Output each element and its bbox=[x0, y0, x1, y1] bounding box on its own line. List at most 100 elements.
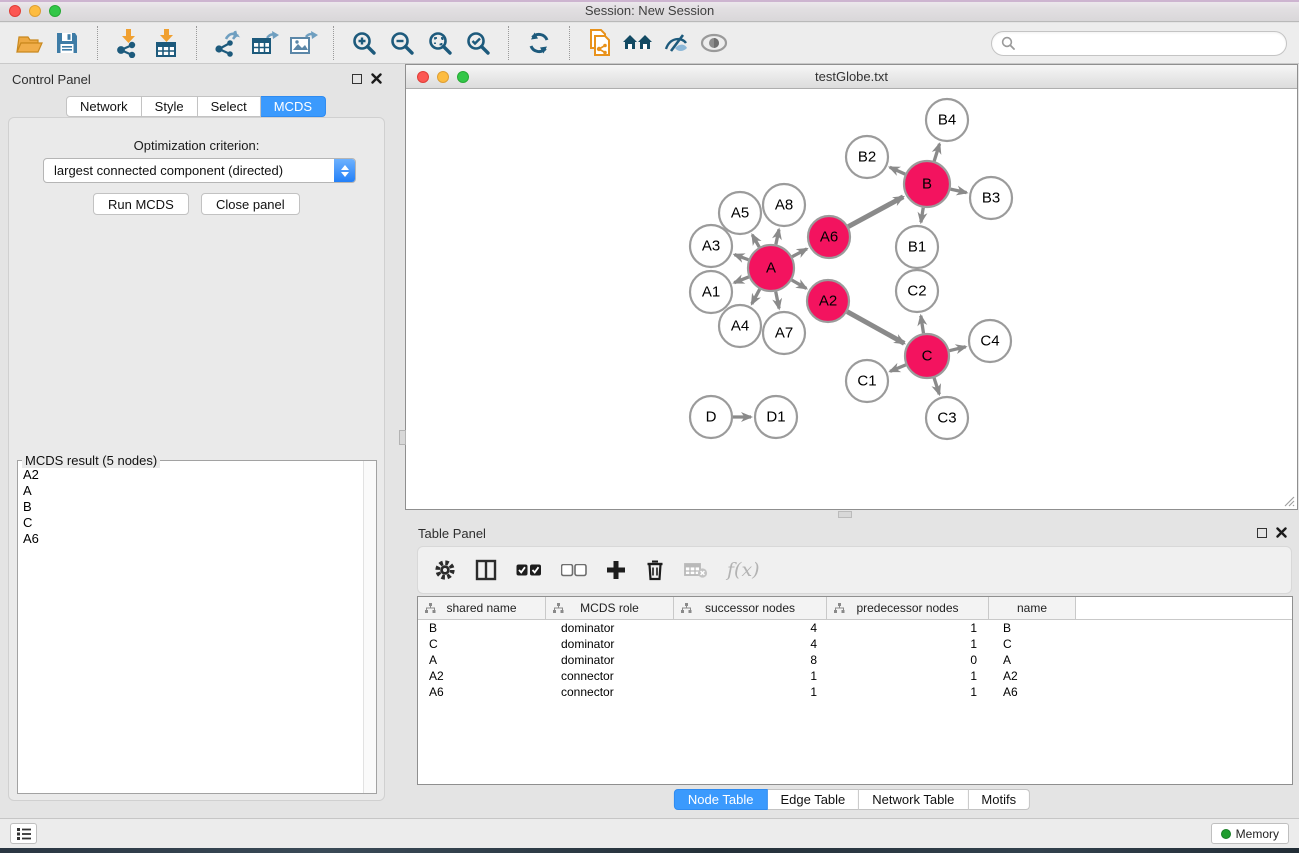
graph-node-A4[interactable]: A4 bbox=[719, 305, 761, 347]
column-header-successor-nodes[interactable]: successor nodes bbox=[674, 597, 827, 620]
graph-node-A[interactable]: A bbox=[748, 245, 794, 291]
tab-network-table[interactable]: Network Table bbox=[859, 789, 968, 810]
zoom-fit-button[interactable] bbox=[421, 25, 459, 61]
node-table[interactable]: shared nameMCDS rolesuccessor nodesprede… bbox=[417, 596, 1293, 785]
open-session-button[interactable] bbox=[10, 25, 48, 61]
close-panel-icon[interactable] bbox=[371, 73, 382, 84]
table-row[interactable]: Adominator80A bbox=[418, 652, 1292, 668]
graph-edge-A-A1[interactable] bbox=[734, 277, 749, 283]
graph-node-A2[interactable]: A2 bbox=[807, 280, 849, 322]
table-row[interactable]: Cdominator41C bbox=[418, 636, 1292, 652]
graph-edge-B-B2[interactable] bbox=[890, 167, 905, 174]
list-item[interactable]: B bbox=[19, 499, 362, 515]
list-item[interactable]: C bbox=[19, 515, 362, 531]
select-all-button[interactable] bbox=[516, 564, 542, 577]
table-cell[interactable]: 1 bbox=[827, 636, 989, 652]
graph-node-D[interactable]: D bbox=[690, 396, 732, 438]
graph-node-B3[interactable]: B3 bbox=[970, 177, 1012, 219]
table-cell[interactable]: C bbox=[418, 636, 546, 652]
graph-edge-A-A7[interactable] bbox=[776, 292, 779, 309]
graph-edge-A-A8[interactable] bbox=[776, 229, 779, 244]
table-cell[interactable]: C bbox=[989, 636, 1076, 652]
delete-table-button[interactable] bbox=[684, 561, 708, 579]
table-cell[interactable]: A2 bbox=[989, 668, 1076, 684]
table-cell[interactable]: dominator bbox=[546, 652, 674, 668]
table-cell[interactable]: 1 bbox=[827, 620, 989, 636]
graph-node-A7[interactable]: A7 bbox=[763, 312, 805, 354]
save-session-button[interactable] bbox=[48, 25, 86, 61]
tab-edge-table[interactable]: Edge Table bbox=[767, 789, 859, 810]
list-item[interactable]: A6 bbox=[19, 531, 362, 547]
table-settings-button[interactable] bbox=[434, 559, 456, 581]
graph-node-B4[interactable]: B4 bbox=[926, 99, 968, 141]
table-cell[interactable]: connector bbox=[546, 668, 674, 684]
column-header-shared-name[interactable]: shared name bbox=[418, 597, 546, 620]
horizontal-splitter-handle[interactable] bbox=[838, 511, 852, 518]
table-row[interactable]: A6connector11A6 bbox=[418, 684, 1292, 700]
graph-edge-C-C3[interactable] bbox=[934, 378, 939, 394]
zoom-out-button[interactable] bbox=[383, 25, 421, 61]
column-header-name[interactable]: name bbox=[989, 597, 1076, 620]
table-cell[interactable]: dominator bbox=[546, 620, 674, 636]
graph-node-C4[interactable]: C4 bbox=[969, 320, 1011, 362]
tab-select[interactable]: Select bbox=[198, 96, 261, 117]
export-network-button[interactable] bbox=[208, 25, 246, 61]
network-canvas[interactable]: A5A8A3A1A4A7AA6A2B2B4BB3B1C2CC4C1C3DD1 bbox=[406, 89, 1297, 509]
graph-node-D1[interactable]: D1 bbox=[755, 396, 797, 438]
table-cell[interactable]: 4 bbox=[674, 636, 827, 652]
list-item[interactable]: A2 bbox=[19, 467, 362, 483]
vertical-splitter-handle[interactable] bbox=[399, 430, 406, 445]
table-row[interactable]: Bdominator41B bbox=[418, 620, 1292, 636]
table-cell[interactable]: 1 bbox=[674, 684, 827, 700]
table-cell[interactable]: dominator bbox=[546, 636, 674, 652]
table-cell[interactable]: B bbox=[418, 620, 546, 636]
result-scrollbar[interactable] bbox=[363, 461, 376, 793]
table-cell[interactable]: 1 bbox=[827, 684, 989, 700]
graph-edge-A-A4[interactable] bbox=[752, 289, 760, 304]
graph-node-C3[interactable]: C3 bbox=[926, 397, 968, 439]
export-image-button[interactable] bbox=[284, 25, 322, 61]
table-cell[interactable]: 0 bbox=[827, 652, 989, 668]
graph-edge-B-B1[interactable] bbox=[921, 208, 923, 223]
graph-edge-C-C1[interactable] bbox=[890, 365, 906, 372]
table-cell[interactable]: A bbox=[418, 652, 546, 668]
float-table-panel-icon[interactable] bbox=[1257, 528, 1267, 538]
clone-network-button[interactable] bbox=[581, 25, 619, 61]
graph-edge-C-C4[interactable] bbox=[949, 347, 965, 351]
deselect-all-button[interactable] bbox=[561, 564, 587, 577]
add-column-button[interactable] bbox=[606, 560, 626, 580]
graph-node-C1[interactable]: C1 bbox=[846, 360, 888, 402]
graph-edge-A-A2[interactable] bbox=[792, 280, 807, 288]
table-cell[interactable]: A bbox=[989, 652, 1076, 668]
tab-motifs[interactable]: Motifs bbox=[968, 789, 1030, 810]
close-table-panel-icon[interactable] bbox=[1276, 527, 1287, 538]
optimization-select[interactable]: largest connected component (directed) bbox=[43, 158, 356, 183]
table-cell[interactable]: A6 bbox=[418, 684, 546, 700]
resize-grip-icon[interactable] bbox=[1282, 494, 1295, 507]
tab-node-table[interactable]: Node Table bbox=[674, 789, 768, 810]
graph-edge-A6-B[interactable] bbox=[848, 197, 903, 227]
networks-home-button[interactable] bbox=[619, 25, 657, 61]
float-panel-icon[interactable] bbox=[352, 74, 362, 84]
table-cell[interactable]: B bbox=[989, 620, 1076, 636]
run-mcds-button[interactable]: Run MCDS bbox=[93, 193, 189, 215]
graph-edge-B-B3[interactable] bbox=[950, 189, 966, 193]
table-cell[interactable]: 4 bbox=[674, 620, 827, 636]
graph-edge-A-A3[interactable] bbox=[734, 255, 748, 260]
tab-mcds[interactable]: MCDS bbox=[261, 96, 326, 117]
style-button[interactable] bbox=[657, 25, 695, 61]
tab-style[interactable]: Style bbox=[142, 96, 198, 117]
table-cell[interactable]: 1 bbox=[674, 668, 827, 684]
table-cell[interactable]: 1 bbox=[827, 668, 989, 684]
graph-node-C2[interactable]: C2 bbox=[896, 270, 938, 312]
table-cell[interactable]: A6 bbox=[989, 684, 1076, 700]
import-table-button[interactable] bbox=[147, 25, 185, 61]
graph-node-A3[interactable]: A3 bbox=[690, 225, 732, 267]
zoom-in-button[interactable] bbox=[345, 25, 383, 61]
memory-button[interactable]: Memory bbox=[1211, 823, 1289, 844]
eye-button[interactable] bbox=[695, 25, 733, 61]
graph-edge-A-A5[interactable] bbox=[752, 235, 759, 247]
graph-node-B[interactable]: B bbox=[904, 161, 950, 207]
graph-node-B2[interactable]: B2 bbox=[846, 136, 888, 178]
import-network-button[interactable] bbox=[109, 25, 147, 61]
